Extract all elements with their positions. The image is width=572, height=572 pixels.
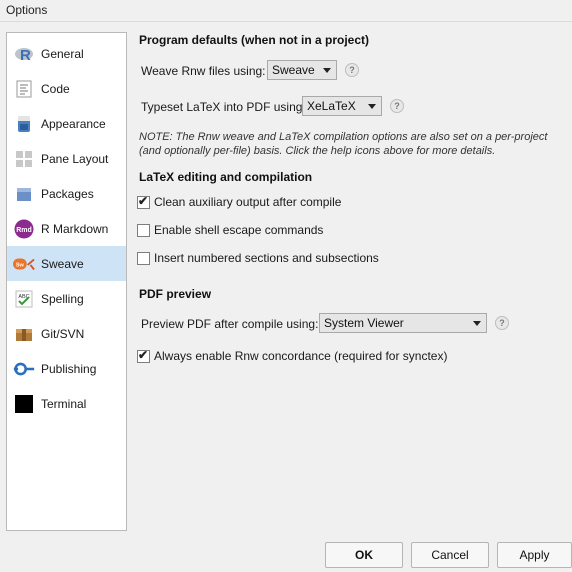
sidebar-item-label: Git/SVN bbox=[41, 326, 85, 341]
sidebar-item-git-svn[interactable]: Git/SVN bbox=[7, 316, 126, 351]
sidebar-item-sweave[interactable]: Sw Sweave bbox=[7, 246, 126, 281]
typeset-select[interactable]: XeLaTeX bbox=[302, 96, 382, 116]
checkmark-icon: ✔ bbox=[138, 347, 149, 362]
sidebar-item-r-markdown[interactable]: Rmd R Markdown bbox=[7, 211, 126, 246]
svg-text:R: R bbox=[20, 47, 31, 63]
terminal-icon bbox=[13, 393, 35, 415]
shell-escape-label: Enable shell escape commands bbox=[154, 223, 324, 237]
sidebar-item-appearance[interactable]: Appearance bbox=[7, 106, 126, 141]
sidebar-item-packages[interactable]: Packages bbox=[7, 176, 126, 211]
sidebar-item-label: Terminal bbox=[41, 396, 87, 411]
weave-help-icon[interactable]: ? bbox=[345, 63, 359, 77]
sidebar-item-spelling[interactable]: ABC Spelling bbox=[7, 281, 126, 316]
sidebar-item-general[interactable]: R General bbox=[7, 36, 126, 71]
sidebar-item-label: Code bbox=[41, 81, 70, 96]
apply-button[interactable]: Apply bbox=[497, 542, 572, 568]
sidebar-item-label: Packages bbox=[41, 186, 94, 201]
typeset-label: Typeset LaTeX into PDF using: bbox=[141, 100, 306, 114]
spelling-icon: ABC bbox=[13, 288, 35, 310]
clean-aux-option[interactable]: ✔ Clean auxiliary output after compile bbox=[137, 194, 341, 210]
window-title: Options bbox=[6, 3, 48, 17]
weave-select[interactable]: Sweave bbox=[267, 60, 337, 80]
sweave-icon: Sw bbox=[13, 253, 35, 275]
concordance-option[interactable]: ✔ Always enable Rnw concordance (require… bbox=[137, 348, 447, 364]
checkmark-icon: ✔ bbox=[138, 193, 149, 208]
shell-escape-option[interactable]: Enable shell escape commands bbox=[137, 222, 323, 238]
concordance-checkbox[interactable]: ✔ bbox=[137, 347, 150, 363]
numbered-sections-checkbox[interactable] bbox=[137, 251, 150, 265]
r-logo-icon: R bbox=[13, 43, 35, 65]
sidebar-item-label: General bbox=[41, 46, 84, 61]
pdf-viewer-select-value: System Viewer bbox=[324, 316, 404, 330]
typeset-select-value: XeLaTeX bbox=[307, 99, 356, 113]
sidebar-item-label: Pane Layout bbox=[41, 151, 109, 166]
latex-editing-heading: LaTeX editing and compilation bbox=[139, 170, 313, 184]
pdf-viewer-select[interactable]: System Viewer bbox=[319, 313, 487, 333]
numbered-sections-option[interactable]: Insert numbered sections and subsections bbox=[137, 250, 379, 266]
clean-aux-checkbox[interactable]: ✔ bbox=[137, 193, 150, 209]
chevron-down-icon bbox=[323, 68, 331, 73]
numbered-sections-label: Insert numbered sections and subsections bbox=[154, 251, 379, 265]
program-defaults-heading: Program defaults (when not in a project) bbox=[139, 33, 370, 47]
sidebar-item-label: Sweave bbox=[41, 256, 84, 271]
sidebar-item-label: Appearance bbox=[41, 116, 106, 131]
sidebar-item-label: Publishing bbox=[41, 361, 97, 376]
sidebar-item-publishing[interactable]: Publishing bbox=[7, 351, 126, 386]
sidebar-item-label: Spelling bbox=[41, 291, 84, 306]
weave-select-value: Sweave bbox=[272, 63, 315, 77]
pane-layout-icon bbox=[13, 148, 35, 170]
chevron-down-icon bbox=[368, 104, 376, 109]
cancel-button[interactable]: Cancel bbox=[411, 542, 489, 568]
rmd-icon-text: Rmd bbox=[16, 227, 32, 234]
clean-aux-label: Clean auxiliary output after compile bbox=[154, 195, 342, 209]
weave-label: Weave Rnw files using: bbox=[141, 64, 266, 78]
git-icon bbox=[13, 323, 35, 345]
rmd-icon: Rmd bbox=[13, 218, 35, 240]
packages-icon bbox=[13, 183, 35, 205]
typeset-help-icon[interactable]: ? bbox=[390, 99, 404, 113]
sidebar-item-pane-layout[interactable]: Pane Layout bbox=[7, 141, 126, 176]
options-sidebar: R General Code Appearance Pane Layout Pa… bbox=[6, 32, 127, 531]
ok-button[interactable]: OK bbox=[325, 542, 403, 568]
appearance-icon bbox=[13, 113, 35, 135]
preview-label: Preview PDF after compile using: bbox=[141, 317, 319, 331]
code-icon bbox=[13, 78, 35, 100]
title-bar: Options bbox=[0, 0, 572, 22]
compilation-note: NOTE: The Rnw weave and LaTeX compilatio… bbox=[139, 131, 548, 157]
shell-escape-checkbox[interactable] bbox=[137, 223, 150, 237]
sweave-icon-text: Sw bbox=[16, 262, 25, 268]
sidebar-item-terminal[interactable]: Terminal bbox=[7, 386, 126, 421]
sidebar-item-code[interactable]: Code bbox=[7, 71, 126, 106]
sweave-settings-panel: Program defaults (when not in a project)… bbox=[127, 22, 572, 532]
sidebar-item-label: R Markdown bbox=[41, 221, 109, 236]
concordance-label: Always enable Rnw concordance (required … bbox=[154, 349, 448, 363]
chevron-down-icon bbox=[473, 321, 481, 326]
publishing-icon bbox=[13, 358, 35, 380]
pdf-preview-heading: PDF preview bbox=[139, 287, 212, 301]
pdf-preview-help-icon[interactable]: ? bbox=[495, 316, 509, 330]
